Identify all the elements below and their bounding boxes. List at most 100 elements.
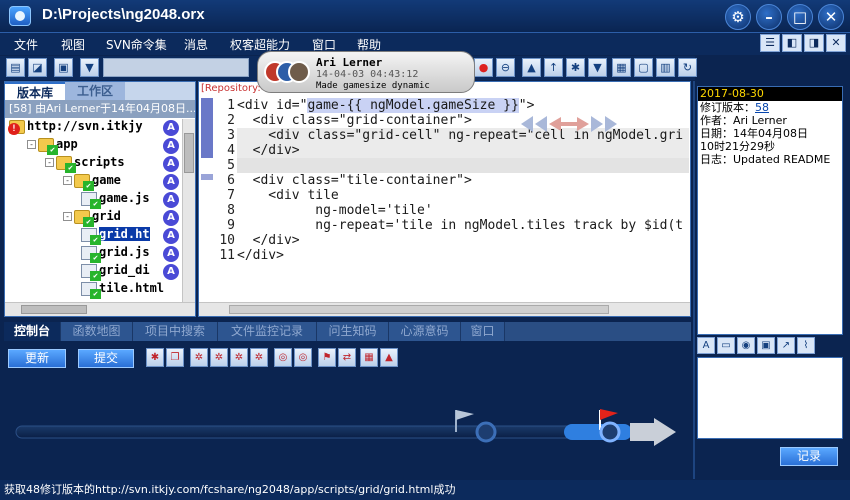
- layout-list-icon[interactable]: ☰: [760, 34, 780, 52]
- tab-workspace[interactable]: 工作区: [65, 82, 125, 100]
- sync-icon[interactable]: ⇄: [338, 348, 356, 367]
- branch-right-icon[interactable]: ✲: [230, 348, 248, 367]
- search-history-2-icon[interactable]: ◎: [294, 348, 312, 367]
- notes-input[interactable]: [697, 357, 843, 439]
- down-bottom-icon[interactable]: ▼: [588, 58, 607, 77]
- menu-view[interactable]: 视图: [61, 36, 85, 53]
- code-editor[interactable]: [Repository:48]app\s 1 2 3 4 5 6 7 8 9 10 11 <div …: [198, 81, 691, 317]
- tab-window[interactable]: 窗口: [461, 322, 505, 341]
- menu-messages[interactable]: 消息: [184, 36, 208, 53]
- layout-close-icon[interactable]: ✕: [826, 34, 846, 52]
- text-format-icon[interactable]: A: [697, 337, 715, 354]
- repository-panel: 版本库 工作区 [58] 由Ari Lerner于14年04月08日... ! h…: [4, 81, 196, 317]
- filter-icon[interactable]: ▼: [80, 58, 99, 77]
- panel-divider[interactable]: [693, 81, 695, 479]
- window-title: D:\Projects\ng2048.orx: [42, 6, 205, 23]
- update-button[interactable]: 更新: [8, 349, 66, 368]
- compare-arrows-icon[interactable]: [521, 115, 617, 133]
- asterisk-icon[interactable]: ✱: [146, 348, 164, 367]
- picture-icon[interactable]: ▲: [380, 348, 398, 367]
- settings-gear-icon[interactable]: ⚙: [725, 4, 751, 30]
- open-folder-icon[interactable]: ▤: [6, 58, 25, 77]
- author-mark-icon: A: [163, 138, 179, 154]
- up-top-icon[interactable]: ▲: [522, 58, 541, 77]
- line-number: 2: [227, 113, 235, 128]
- grid-icon[interactable]: ▦: [612, 58, 631, 77]
- tree-folder[interactable]: - ✔ game: [63, 173, 121, 191]
- folder-icon: ✔: [38, 137, 58, 155]
- copy-icon[interactable]: ❐: [166, 348, 184, 367]
- zoom-icon[interactable]: ⊖: [496, 58, 515, 77]
- editor-horizontal-scrollbar[interactable]: [199, 302, 690, 316]
- branch-left-icon[interactable]: ✲: [190, 348, 208, 367]
- menu-svn[interactable]: SVN命令集: [106, 36, 167, 53]
- tab-function-map[interactable]: 函数地图: [61, 322, 133, 341]
- minimize-button[interactable]: –: [756, 4, 782, 30]
- save-icon[interactable]: ▣: [54, 58, 73, 77]
- html-file-icon: ✔: [81, 227, 101, 245]
- tab-wenshengzhima[interactable]: 问生知码: [317, 322, 389, 341]
- toolbar-search-field[interactable]: [103, 58, 249, 77]
- flag-icon[interactable]: ⚑: [318, 348, 336, 367]
- record-button[interactable]: 记录: [780, 447, 838, 466]
- calendar-icon[interactable]: ▦: [360, 348, 378, 367]
- tree-vertical-scrollbar[interactable]: [182, 119, 195, 303]
- layout-back-icon[interactable]: ◧: [782, 34, 802, 52]
- tree-horizontal-scrollbar[interactable]: [5, 302, 195, 316]
- tab-console[interactable]: 控制台: [4, 322, 61, 341]
- merge-icon[interactable]: ✲: [250, 348, 268, 367]
- status-ok-icon: ✔: [90, 198, 101, 209]
- tree-file[interactable]: ✔ grid.js: [81, 245, 150, 263]
- tree-folder[interactable]: ! http://svn.itkjy: [8, 119, 143, 137]
- line-number: 1: [227, 98, 235, 113]
- tree-folder[interactable]: - ✔ grid: [63, 209, 121, 227]
- revision-label: 修订版本：: [700, 101, 755, 114]
- pin-icon[interactable]: ↗: [777, 337, 795, 354]
- code-area[interactable]: <div id="game-{{ ngModel.gameSize }}"> <…: [237, 98, 689, 298]
- status-ok-icon: ✔: [83, 180, 94, 191]
- status-ok-icon: ✔: [47, 144, 58, 155]
- tree-file[interactable]: ✔ grid_di: [81, 263, 150, 281]
- tree-folder[interactable]: - ✔ app: [27, 137, 78, 155]
- tree-item-label: http://svn.itkjy: [27, 119, 143, 133]
- tree-folder[interactable]: - ✔ scripts: [45, 155, 125, 173]
- maximize-button[interactable]: □: [787, 4, 813, 30]
- menu-file[interactable]: 文件: [14, 36, 38, 53]
- html-file-icon: ✔: [81, 191, 101, 209]
- line-number: 3: [227, 128, 235, 143]
- html-file-icon: ✔: [81, 245, 101, 263]
- expand-toggle-icon[interactable]: -: [63, 212, 72, 221]
- layout-forward-icon[interactable]: ◨: [804, 34, 824, 52]
- revision-link[interactable]: 58: [755, 101, 769, 114]
- camera-icon[interactable]: ◉: [737, 337, 755, 354]
- revision-info-panel: 2017-08-30 修订版本：58 作者：Ari Lerner 日期：14年0…: [697, 86, 843, 335]
- split-icon[interactable]: ▥: [656, 58, 675, 77]
- refresh-icon[interactable]: ↻: [678, 58, 697, 77]
- commit-button[interactable]: 提交: [78, 349, 134, 368]
- screen-capture-icon[interactable]: ▣: [757, 337, 775, 354]
- frame-icon[interactable]: ▢: [634, 58, 653, 77]
- expand-toggle-icon[interactable]: -: [45, 158, 54, 167]
- tab-repository[interactable]: 版本库: [5, 82, 65, 100]
- expand-toggle-icon[interactable]: -: [27, 140, 36, 149]
- branch-mid-icon[interactable]: ✲: [210, 348, 228, 367]
- search-history-icon[interactable]: ◎: [274, 348, 292, 367]
- tree-file[interactable]: ✔ game.js: [81, 191, 150, 209]
- browse-icon[interactable]: ◪: [28, 58, 47, 77]
- up-icon[interactable]: ↑: [544, 58, 563, 77]
- tab-file-monitor[interactable]: 文件监控记录: [218, 322, 317, 341]
- code-line: </div>: [237, 233, 300, 248]
- tab-xinyuanyima[interactable]: 心源意码: [389, 322, 461, 341]
- tab-project-search[interactable]: 项目中搜索: [133, 322, 218, 341]
- image-icon[interactable]: ▭: [717, 337, 735, 354]
- revision-timeline[interactable]: [4, 380, 691, 480]
- line-number: 11: [219, 248, 235, 263]
- down-star-icon[interactable]: ✱: [566, 58, 585, 77]
- line-number: 4: [227, 143, 235, 158]
- tree-file[interactable]: ✔ grid.ht: [81, 227, 150, 245]
- marker-icon[interactable]: ●: [474, 58, 493, 77]
- tree-file[interactable]: ✔ tile.html: [81, 281, 164, 299]
- close-button[interactable]: ✕: [818, 4, 844, 30]
- attach-icon[interactable]: ⌇: [797, 337, 815, 354]
- expand-toggle-icon[interactable]: -: [63, 176, 72, 185]
